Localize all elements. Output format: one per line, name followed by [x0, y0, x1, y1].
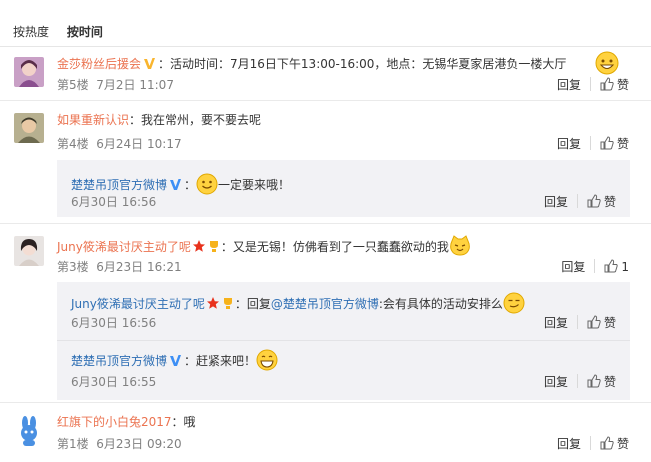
comment-username[interactable]: 金莎粉丝后援会 — [57, 57, 141, 71]
reply-username[interactable]: Juny筱浠最讨厌主动了呢 — [71, 297, 205, 311]
reply-text: :会有具体的活动安排么 — [378, 297, 503, 311]
colon-text: ： — [184, 178, 197, 192]
reply-button[interactable]: 回复 — [561, 259, 585, 275]
reply-username[interactable]: 楚楚吊顶官方微博 — [71, 178, 167, 192]
tab-by-time[interactable]: 按时间 — [67, 23, 103, 40]
sort-tabs: 按热度 按时间 — [13, 23, 117, 43]
comment-text: ：哦 — [171, 415, 196, 429]
like-button[interactable]: 赞 — [587, 374, 616, 390]
thumbs-up-icon — [600, 436, 614, 450]
verified-blue-icon — [170, 355, 182, 366]
avatar[interactable] — [14, 57, 44, 87]
thumbs-up-icon — [587, 315, 601, 329]
comment-floor: 第4楼 — [57, 137, 89, 151]
like-button[interactable]: 赞 — [587, 194, 616, 210]
comment-item: 金莎粉丝后援会 ：活动时间：7月16日下午13:00-16:00，地点：无锡华夏家… — [0, 47, 651, 99]
like-button[interactable]: 赞 — [587, 315, 616, 331]
comment-date: 6月23日 09:20 — [96, 437, 182, 451]
thumbs-up-icon — [587, 374, 601, 388]
like-label: 赞 — [603, 375, 616, 389]
action-separator — [589, 136, 591, 150]
smirk-emoji-icon — [503, 292, 525, 314]
action-separator — [576, 194, 578, 208]
avatar[interactable] — [14, 113, 44, 143]
like-label: 赞 — [603, 195, 616, 209]
reply-divider — [57, 340, 630, 341]
action-separator — [576, 374, 578, 388]
action-separator — [594, 259, 596, 273]
comment-username[interactable]: 如果重新认识 — [57, 113, 129, 127]
star-badge-icon — [206, 297, 219, 309]
thumbs-up-icon — [604, 259, 619, 273]
comment-floor: 第5楼 — [57, 78, 89, 92]
action-separator — [589, 436, 591, 450]
verified-icon — [144, 58, 156, 69]
smile-emoji-icon — [196, 173, 218, 195]
comment-date: 7月2日 11:07 — [96, 78, 174, 92]
comment-item: 红旗下的小白兔2017：哦 第1楼 6月23日 09:20 回复 赞 — [0, 403, 651, 462]
like-label: 赞 — [603, 316, 616, 330]
reply-box: 楚楚吊顶官方微博 ： 一定要来哦！ 6月30日 16:56 回复 赞 — [57, 160, 630, 217]
comment-text: ：又是无锡！仿佛看到了一只蠢蠢欲动的我 — [220, 240, 449, 254]
avatar[interactable] — [14, 236, 44, 266]
comment-floor: 第3楼 — [57, 260, 89, 274]
comment-floor: 第1楼 — [57, 437, 89, 451]
star-badge-icon — [192, 240, 205, 252]
like-button[interactable]: 1 — [604, 259, 629, 275]
reply-username[interactable]: 楚楚吊顶官方微博 — [71, 354, 167, 368]
comment-text: ：活动时间：7月16日下午13:00-16:00，地点：无锡华夏家居港负一楼大厅 — [158, 57, 567, 71]
comment-item: Juny筱浠最讨厌主动了呢 ：又是无锡！仿佛看到了一只蠢蠢欲动的我 第3楼 6月2… — [0, 224, 651, 400]
mention-link[interactable]: @楚楚吊顶官方微博 — [271, 297, 379, 311]
reply-button[interactable]: 回复 — [557, 136, 581, 152]
grin-emoji-icon — [256, 349, 278, 371]
like-button[interactable]: 赞 — [600, 136, 629, 152]
reply-button[interactable]: 回复 — [557, 436, 581, 452]
reply-box: Juny筱浠最讨厌主动了呢 ：回复@楚楚吊顶官方微博:会有具体的活动安排么 6月3… — [57, 282, 630, 400]
avatar[interactable] — [14, 416, 44, 446]
comment-username[interactable]: 红旗下的小白兔2017 — [57, 415, 172, 429]
reply-button[interactable]: 回复 — [557, 77, 581, 93]
reply-text: ：赶紧来吧！ — [184, 354, 257, 368]
reply-date: 6月30日 16:55 — [71, 375, 157, 389]
like-label: 赞 — [616, 137, 629, 151]
comment-text: ：我在常州，要不要去呢 — [129, 113, 262, 127]
reply-date: 6月30日 16:56 — [71, 316, 157, 330]
reply-text: 一定要来哦！ — [218, 178, 291, 192]
action-separator — [589, 77, 591, 91]
like-label: 赞 — [616, 78, 629, 92]
action-separator — [576, 315, 578, 329]
reply-date: 6月30日 16:56 — [71, 195, 157, 209]
reply-button[interactable]: 回复 — [544, 315, 568, 331]
tab-by-hot[interactable]: 按热度 — [13, 23, 49, 40]
trophy-badge-icon — [223, 298, 232, 309]
like-count: 1 — [621, 260, 629, 274]
trophy-badge-icon — [209, 241, 218, 252]
like-label: 赞 — [616, 437, 629, 451]
reply-prefix: ：回复 — [234, 297, 271, 311]
thumbs-up-icon — [587, 194, 601, 208]
reply-button[interactable]: 回复 — [544, 374, 568, 390]
like-button[interactable]: 赞 — [600, 436, 629, 452]
comment-username[interactable]: Juny筱浠最讨厌主动了呢 — [57, 240, 191, 254]
comment-date: 6月24日 10:17 — [96, 137, 182, 151]
comment-item: 如果重新认识：我在常州，要不要去呢 第4楼 6月24日 10:17 回复赞 楚楚… — [0, 101, 651, 221]
like-button[interactable]: 赞 — [600, 77, 629, 93]
reply-button[interactable]: 回复 — [544, 194, 568, 210]
grin-emoji-icon — [595, 51, 619, 78]
verified-blue-icon — [170, 179, 182, 190]
thumbs-up-icon — [600, 136, 614, 150]
thumbs-up-icon — [600, 77, 614, 91]
cat-emoji-icon — [450, 235, 470, 256]
comment-date: 6月23日 16:21 — [96, 260, 182, 274]
